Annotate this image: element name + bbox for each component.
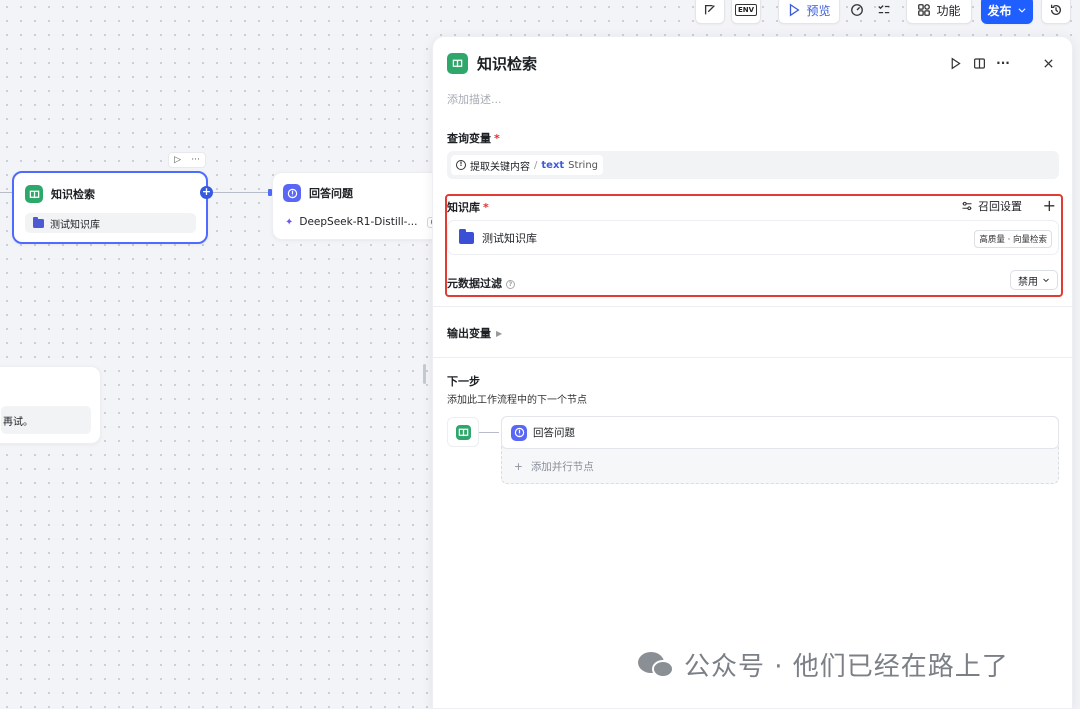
env-icon: ENV	[734, 4, 758, 16]
panel-title[interactable]: 知识检索	[477, 53, 537, 74]
chevron-down-icon	[1043, 278, 1049, 283]
run-icon[interactable]	[948, 56, 962, 70]
help-icon[interactable]: ?	[506, 279, 515, 289]
close-icon[interactable]	[1041, 56, 1055, 70]
knowledge-label: 知识库 *	[447, 199, 489, 215]
partial-node-text: 再试。	[3, 416, 33, 428]
gauge-icon	[851, 4, 863, 16]
next-connector	[479, 432, 499, 433]
caret-right-icon: ▶	[496, 328, 503, 338]
current-node-chip	[447, 417, 479, 447]
history-button[interactable]	[1041, 0, 1071, 24]
checklist-icon	[878, 5, 890, 14]
next-node-answer[interactable]: 回答问题	[501, 416, 1059, 449]
kb-node[interactable]: 知识检索 测试知识库	[12, 171, 208, 244]
panel-resize-handle[interactable]	[423, 364, 426, 384]
next-node-name: 回答问题	[533, 427, 575, 439]
recall-settings-label: 召回设置	[978, 200, 1022, 213]
answer-icon	[283, 184, 301, 202]
answer-node[interactable]: 回答问题 ✦ DeepSeek-R1-Distill-... CH	[272, 172, 446, 240]
run-node-icon[interactable]: ▷	[174, 155, 181, 165]
plus-icon: +	[514, 460, 523, 473]
sliders-icon	[962, 201, 972, 211]
chevron-down-icon	[1017, 8, 1026, 13]
kb-node-body: 测试知识库	[25, 213, 196, 233]
docs-book-icon[interactable]	[972, 56, 986, 70]
edit-toolbar-button[interactable]	[695, 0, 725, 24]
preview-button[interactable]: 预览	[778, 0, 840, 24]
required-mark: *	[483, 201, 489, 214]
output-variable-label: 输出变量	[447, 327, 491, 340]
play-icon	[790, 3, 801, 17]
var-name: text	[541, 159, 565, 171]
partial-node-body: 再试。	[1, 406, 91, 434]
next-step-description: 添加此工作流程中的下一个节点	[447, 395, 587, 406]
answer-node-model-text: DeepSeek-R1-Distill-...	[299, 216, 418, 228]
path-separator: /	[534, 159, 538, 171]
knowledge-item[interactable]: 测试知识库 高质量 · 向量检索	[447, 220, 1059, 255]
features-label: 功能	[936, 3, 961, 18]
book-icon	[447, 53, 468, 74]
query-variable-chip[interactable]: ! 提取关键内容 / text String	[451, 155, 604, 175]
book-icon	[455, 424, 471, 440]
recall-settings-button[interactable]: 召回设置	[961, 198, 1022, 214]
output-variable-toggle[interactable]: 输出变量 ▶	[447, 325, 502, 341]
watermark-text: 公众号 · 他们已经在路上了	[684, 652, 1009, 682]
next-nodes-container: 回答问题 + 添加并行节点	[501, 416, 1059, 484]
answer-icon: !	[456, 160, 466, 170]
metadata-filter-label: 元数据过滤?	[447, 275, 515, 291]
node-config-panel: 知识检索 ··· 添加描述... 查询变量 * ! 提取关键内容 / text S…	[432, 36, 1074, 709]
query-variable-label-text: 查询变量	[447, 132, 491, 145]
required-mark: *	[494, 132, 500, 145]
kb-node-title: 知识检索	[25, 185, 95, 203]
more-icon[interactable]: ···	[996, 56, 1010, 70]
publish-label: 发布	[987, 3, 1012, 18]
publish-button[interactable]: 发布	[981, 0, 1033, 24]
grid-icon	[918, 4, 931, 16]
kb-node-body-text: 测试知识库	[50, 219, 100, 231]
next-step-label: 下一步	[447, 375, 480, 388]
add-parallel-node-button[interactable]: + 添加并行节点	[514, 459, 594, 474]
book-icon	[25, 185, 43, 203]
checklist-button[interactable]	[871, 0, 897, 24]
query-variable-label: 查询变量 *	[447, 130, 500, 146]
knowledge-item-name: 测试知识库	[482, 231, 537, 245]
wechat-logo-icon	[638, 650, 676, 680]
retrieval-mode-badge: 高质量 · 向量检索	[974, 230, 1052, 248]
answer-node-title-text: 回答问题	[309, 187, 353, 200]
answer-icon	[511, 424, 527, 441]
features-button[interactable]: 功能	[906, 0, 972, 24]
metadata-filter-label-text: 元数据过滤	[447, 277, 502, 290]
history-icon	[1050, 4, 1062, 16]
query-variable-field[interactable]: ! 提取关键内容 / text String	[447, 151, 1059, 179]
var-type: String	[568, 159, 599, 171]
add-knowledge-button[interactable]: +	[1043, 196, 1056, 215]
edge-kb-to-answer	[213, 192, 271, 193]
preview-label: 预览	[806, 3, 831, 18]
partial-node[interactable]: 再试。	[0, 366, 101, 444]
model-icon: ✦	[285, 216, 294, 228]
knowledge-label-text: 知识库	[447, 201, 480, 214]
description-input[interactable]: 添加描述...	[447, 91, 502, 107]
add-parallel-label: 添加并行节点	[530, 461, 594, 473]
stats-button[interactable]	[843, 0, 871, 24]
watermark: 公众号 · 他们已经在路上了	[638, 646, 1009, 683]
answer-node-title: 回答问题	[283, 184, 353, 202]
folder-icon	[33, 216, 44, 228]
section-divider	[433, 306, 1074, 307]
more-icon[interactable]: ···	[191, 155, 200, 165]
source-node-name: 提取关键内容	[470, 161, 530, 173]
section-divider	[433, 357, 1074, 358]
answer-node-model: ✦ DeepSeek-R1-Distill-... CH	[285, 216, 446, 228]
kb-node-title-text: 知识检索	[51, 188, 95, 201]
env-button[interactable]: ENV	[731, 0, 761, 24]
metadata-filter-select[interactable]: 禁用	[1010, 270, 1058, 290]
metadata-filter-value: 禁用	[1018, 276, 1038, 288]
edit-icon	[704, 4, 715, 15]
node-mini-toolbar[interactable]: ▷ ···	[168, 152, 206, 168]
add-port-button[interactable]: +	[200, 186, 213, 199]
folder-icon	[459, 228, 474, 244]
